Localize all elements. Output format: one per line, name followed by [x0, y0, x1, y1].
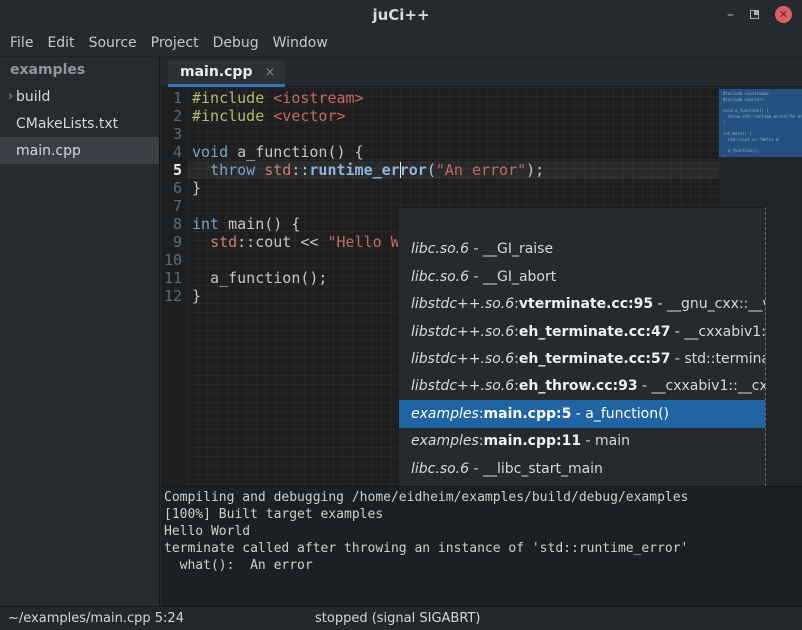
file-tree-label: main.cpp: [16, 143, 81, 159]
line-number: 12: [161, 287, 188, 305]
editor-pane: main.cpp × 1 #include <iostream> 2 #incl…: [161, 57, 802, 606]
tab-main-cpp[interactable]: main.cpp ×: [168, 60, 285, 87]
line-number: 2: [161, 107, 188, 125]
terminal-line: Compiling and debugging /home/eidheim/ex…: [164, 489, 802, 506]
menu-item[interactable]: Project: [144, 35, 206, 51]
menu-item[interactable]: Window: [266, 35, 335, 51]
code-text: throw std::runtime_error("An error");: [188, 161, 544, 179]
backtrace-frame[interactable]: examples:main.cpp:11 - main: [399, 428, 765, 455]
expander-icon[interactable]: ›: [0, 89, 16, 104]
code-text: int main() {: [188, 215, 300, 233]
code-text: a_function();: [188, 269, 327, 287]
file-tree-panel: examples › build CMakeLists.txt main.cpp: [0, 57, 160, 606]
backtrace-frame[interactable]: libstdc++.so.6:eh_throw.cc:93 - __cxxabi…: [399, 373, 765, 400]
code-line[interactable]: 3: [161, 125, 719, 143]
code-text: std::cout << "Hello W: [188, 233, 400, 251]
backtrace-frame[interactable]: libstdc++.so.6:vterminate.cc:95 - __gnu_…: [399, 290, 765, 317]
tab-label: main.cpp: [180, 64, 252, 80]
file-tree-item[interactable]: main.cpp: [0, 137, 159, 164]
backtrace-frame[interactable]: libc.so.6 - __GI_raise: [399, 235, 765, 262]
window-controls: – ✕: [727, 0, 792, 29]
code-line[interactable]: 1 #include <iostream>: [161, 89, 719, 107]
window-title: juCi++: [372, 6, 429, 24]
terminal-line: what(): An error: [164, 557, 802, 574]
backtrace-frame[interactable]: libstdc++.so.6:eh_terminate.cc:47 - __cx…: [399, 318, 765, 345]
code-line[interactable]: 2 #include <vector>: [161, 107, 719, 125]
code-text: [188, 197, 192, 215]
menu-item[interactable]: File: [3, 35, 40, 51]
file-tree: › build CMakeLists.txt main.cpp: [0, 83, 159, 164]
code-text: }: [188, 179, 201, 197]
menubar: FileEditSourceProjectDebugWindow: [0, 29, 802, 57]
terminal-line: terminate called after throwing an insta…: [164, 540, 802, 557]
menu-item[interactable]: Edit: [40, 35, 81, 51]
code-text: #include <iostream>: [188, 89, 364, 107]
titlebar: juCi++ – ✕: [0, 0, 802, 29]
tabbar: main.cpp ×: [161, 57, 802, 87]
code-line[interactable]: 5 throw std::runtime_error("An error");: [161, 161, 719, 179]
code-line[interactable]: 4 void a_function() {: [161, 143, 719, 161]
line-number: 9: [161, 233, 188, 251]
line-number: 1: [161, 89, 188, 107]
code-line[interactable]: 6 }: [161, 179, 719, 197]
menu-item[interactable]: Source: [82, 35, 144, 51]
line-number: 7: [161, 197, 188, 215]
code-text: [188, 251, 192, 269]
minimap-visible-region[interactable]: #include <iostream> #include <vector> vo…: [719, 89, 802, 157]
minimap-code: #include <iostream> #include <vector> vo…: [719, 89, 802, 157]
code-text: void a_function() {: [188, 143, 364, 161]
statusbar: ~/examples/main.cpp 5:24 stopped (signal…: [0, 606, 802, 630]
backtrace-frame[interactable]: [399, 208, 765, 235]
text-cursor: [400, 162, 401, 178]
line-number: 6: [161, 179, 188, 197]
file-tree-item[interactable]: CMakeLists.txt: [0, 110, 159, 137]
project-name: examples: [0, 57, 159, 83]
line-number: 4: [161, 143, 188, 161]
output-terminal: Compiling and debugging /home/eidheim/ex…: [161, 486, 802, 606]
code-editor[interactable]: 1 #include <iostream> 2 #include <vector…: [161, 87, 802, 486]
cursor-location: ~/examples/main.cpp 5:24: [0, 611, 184, 626]
file-tree-label: CMakeLists.txt: [16, 116, 118, 132]
file-tree-item[interactable]: › build: [0, 83, 159, 110]
tab-close-icon[interactable]: ×: [264, 65, 275, 80]
backtrace-popup: libc.so.6 - __GI_raiselibc.so.6 - __GI_a…: [398, 207, 766, 486]
line-number: 3: [161, 125, 188, 143]
close-button[interactable]: ✕: [775, 6, 792, 23]
file-tree-label: build: [16, 89, 50, 105]
debug-status: stopped (signal SIGABRT): [315, 611, 480, 626]
line-number: 11: [161, 269, 188, 287]
line-number: 5: [161, 161, 188, 179]
terminal-line: Hello World: [164, 523, 802, 540]
terminal-line: [100%] Built target examples: [164, 506, 802, 523]
backtrace-frame[interactable]: examples:main.cpp:5 - a_function(): [399, 400, 765, 427]
backtrace-frame[interactable]: libc.so.6 - __GI_abort: [399, 263, 765, 290]
code-text: [188, 125, 192, 143]
line-number: 8: [161, 215, 188, 233]
backtrace-frame[interactable]: libc.so.6 - __libc_start_main: [399, 455, 765, 482]
code-text: #include <vector>: [188, 107, 346, 125]
line-number: 10: [161, 251, 188, 269]
minimize-button[interactable]: –: [727, 10, 734, 20]
close-icon: ✕: [779, 9, 788, 20]
backtrace-frame[interactable]: examples - _start: [399, 483, 765, 486]
backtrace-frame[interactable]: libstdc++.so.6:eh_terminate.cc:57 - std:…: [399, 345, 765, 372]
code-text: }: [188, 287, 201, 305]
restore-icon[interactable]: [750, 10, 759, 19]
menu-item[interactable]: Debug: [206, 35, 266, 51]
